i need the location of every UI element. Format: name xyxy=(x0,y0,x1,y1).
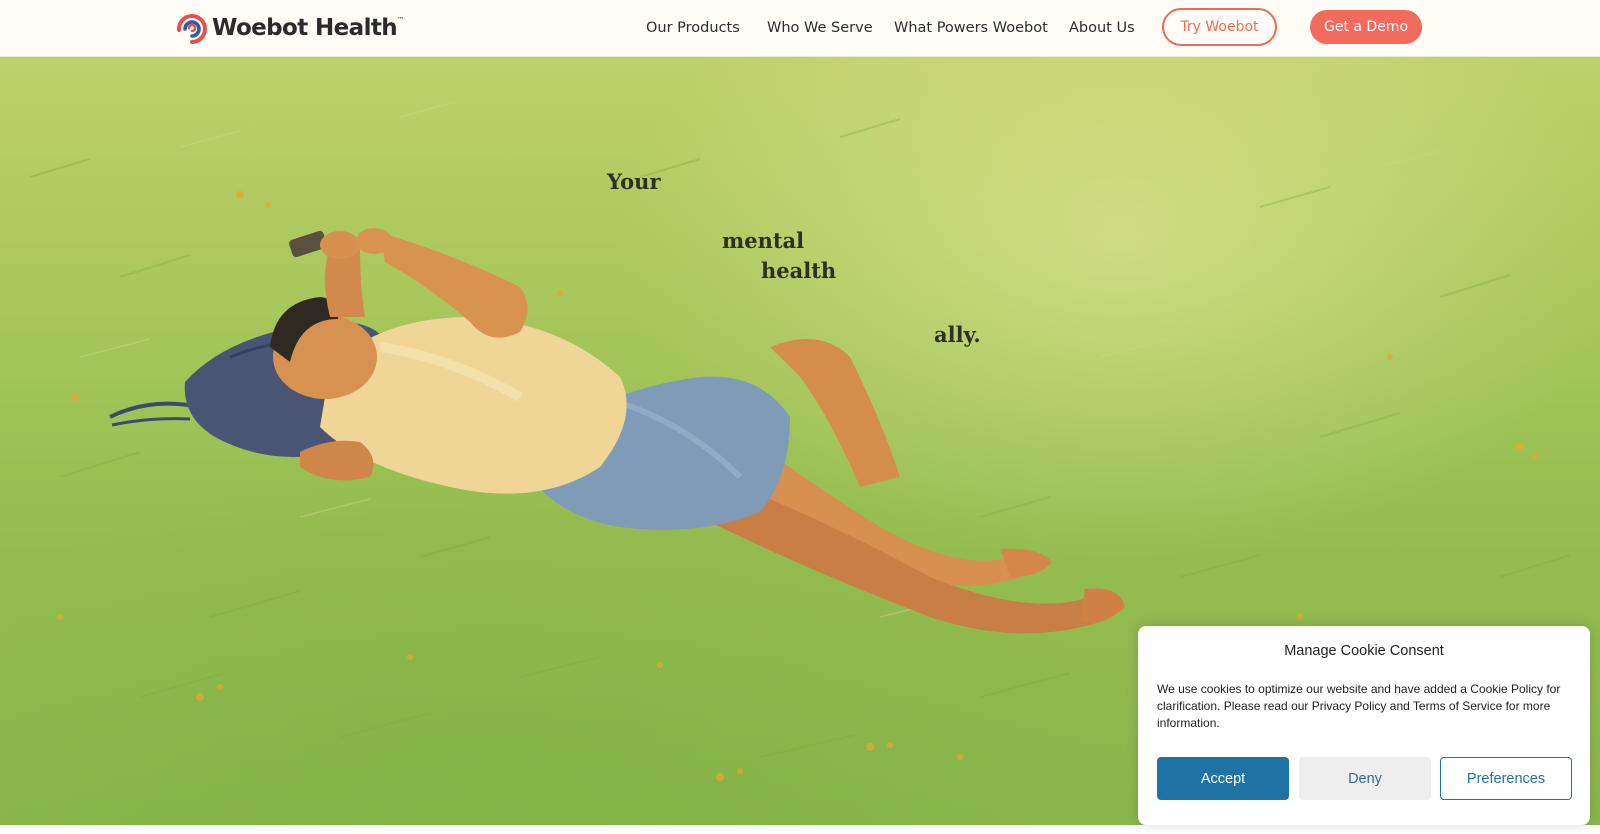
nav-who-we-serve[interactable]: Who We Serve xyxy=(767,18,873,38)
headline-word-mental: mental xyxy=(722,228,805,253)
nav-what-powers-woebot[interactable]: What Powers Woebot xyxy=(894,18,1048,38)
try-woebot-button[interactable]: Try Woebot xyxy=(1162,8,1277,46)
cookie-preferences-button[interactable]: Preferences xyxy=(1440,757,1572,800)
logo-trademark: ™ xyxy=(397,16,405,24)
nav-about-us[interactable]: About Us xyxy=(1069,18,1135,38)
cookie-consent-dialog: Manage Cookie Consent We use cookies to … xyxy=(1138,626,1590,825)
woebot-logo-icon xyxy=(176,14,207,44)
get-a-demo-button[interactable]: Get a Demo xyxy=(1310,10,1422,44)
woebot-health-logo[interactable]: Woebot Health ™ xyxy=(174,12,404,44)
accept-cookies-button[interactable]: Accept xyxy=(1157,757,1289,800)
nav-our-products[interactable]: Our Products xyxy=(646,18,740,38)
headline-word-health: health xyxy=(761,258,837,283)
headline-word-your: Your xyxy=(607,169,661,194)
logo-text: Woebot Health xyxy=(212,15,398,41)
cookie-consent-title: Manage Cookie Consent xyxy=(1284,643,1444,659)
site-header: Woebot Health ™ Our Products Who We Serv… xyxy=(0,0,1600,57)
cookie-consent-text: We use cookies to optimize our website a… xyxy=(1157,682,1561,730)
deny-cookies-button[interactable]: Deny xyxy=(1299,757,1431,800)
headline-word-ally: ally. xyxy=(934,322,981,347)
